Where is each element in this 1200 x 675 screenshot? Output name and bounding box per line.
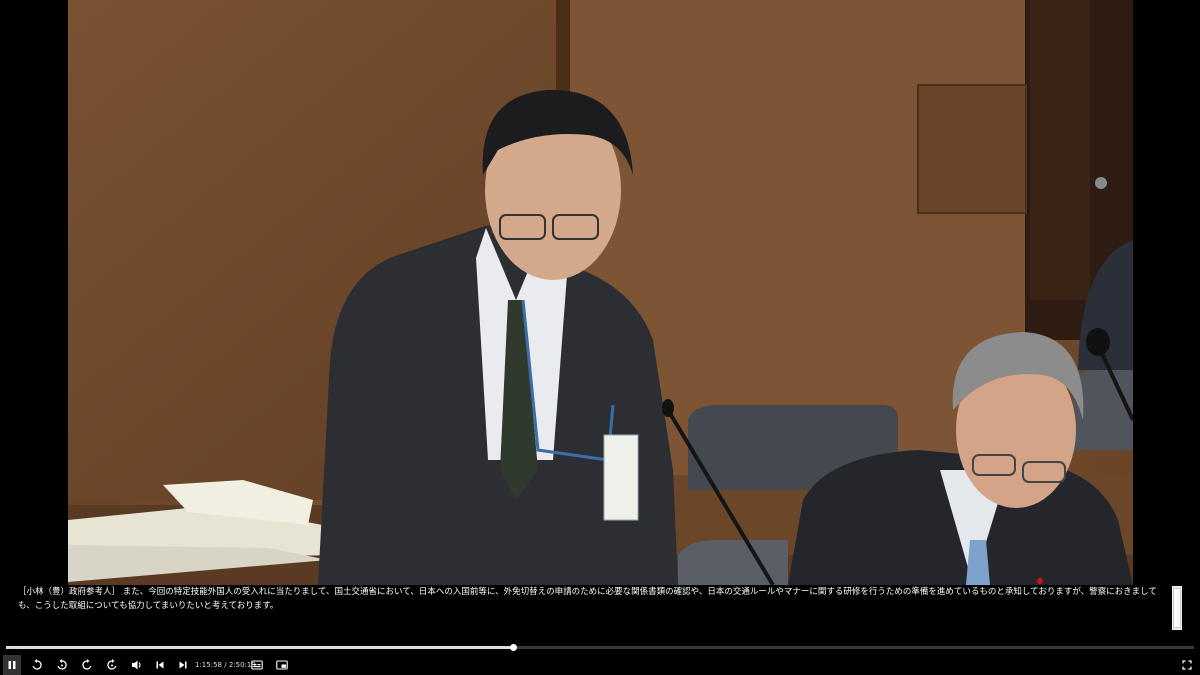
- pause-button[interactable]: [3, 655, 21, 675]
- control-bar: 1:15:58 / 2:50:19: [0, 655, 1200, 675]
- current-time: 1:15:58: [195, 661, 222, 669]
- skip-previous-button[interactable]: [153, 655, 167, 675]
- progress-bar[interactable]: [6, 644, 1194, 651]
- rewind-icon: [32, 659, 42, 670]
- progress-fill: [6, 646, 514, 649]
- rewind-button[interactable]: [29, 655, 45, 675]
- caption-scrollbar-thumb[interactable]: [1173, 588, 1181, 628]
- picture-in-picture-icon: [276, 660, 288, 670]
- time-display: 1:15:58 / 2:50:19: [195, 655, 256, 675]
- caption-text: ［小林（豊）政府参考人］ また、今回の特定技能外国人の受入れに当たりまして、国土…: [18, 587, 1157, 611]
- volume-button[interactable]: [129, 655, 145, 675]
- captions-icon: [251, 660, 263, 670]
- forward-large-button[interactable]: [104, 655, 120, 675]
- video-frame[interactable]: [68, 0, 1133, 585]
- rewind-large-icon: [57, 659, 67, 670]
- video-scene-image: [68, 0, 1133, 585]
- forward-large-icon: [107, 659, 117, 670]
- picture-in-picture-button[interactable]: [275, 655, 289, 675]
- progress-handle[interactable]: [510, 644, 518, 651]
- pause-icon: [8, 661, 16, 669]
- skip-next-icon: [179, 661, 187, 669]
- volume-icon: [132, 660, 141, 670]
- skip-previous-icon: [156, 661, 164, 669]
- time-separator: /: [224, 661, 227, 669]
- caption-scrollbar[interactable]: [1172, 586, 1182, 630]
- captions-button[interactable]: [250, 655, 264, 675]
- rewind-large-button[interactable]: [54, 655, 70, 675]
- video-player: ［小林（豊）政府参考人］ また、今回の特定技能外国人の受入れに当たりまして、国土…: [0, 0, 1200, 675]
- skip-next-button[interactable]: [176, 655, 190, 675]
- fullscreen-button[interactable]: [1180, 655, 1194, 675]
- forward-icon: [82, 659, 92, 670]
- fullscreen-icon: [1182, 660, 1192, 670]
- forward-button[interactable]: [79, 655, 95, 675]
